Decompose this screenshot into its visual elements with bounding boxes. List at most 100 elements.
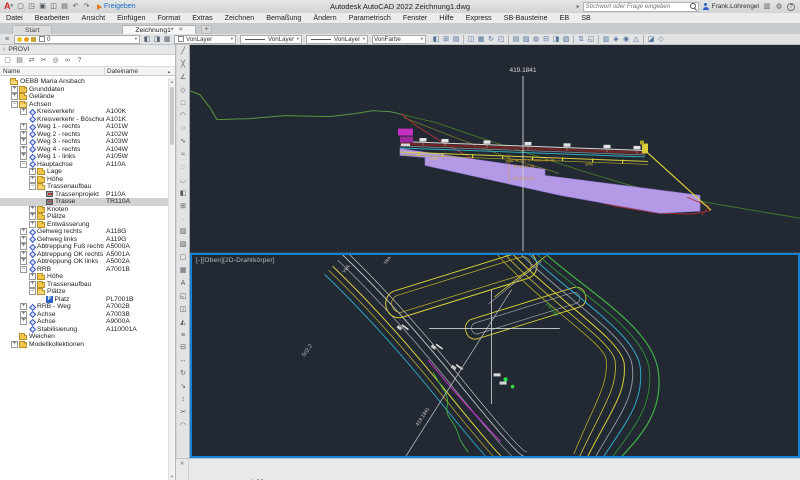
menu--ndern[interactable]: Ändern xyxy=(307,13,342,23)
tree-item[interactable]: Stabilisierung A110001A xyxy=(0,326,168,334)
viewport-plan[interactable]: 419.1841 502.2 VWL TRA 130.185 [-][Oben]… xyxy=(190,253,800,458)
chevron-down-icon[interactable]: ▾ xyxy=(230,36,234,42)
tree-item[interactable]: + Trassenaufbau xyxy=(0,281,168,289)
area-icon[interactable]: ◈ xyxy=(611,35,621,44)
layer-states-icon[interactable]: ▦ xyxy=(162,35,172,44)
sheet-set-manager-icon[interactable]: ⊟ xyxy=(541,35,551,44)
tree-item[interactable]: + Gehweg rechts A118G xyxy=(0,228,168,236)
group-icon[interactable]: ◪ xyxy=(646,35,656,44)
tab-start[interactable]: Start xyxy=(12,25,52,34)
scrollbar-thumb[interactable] xyxy=(170,87,174,145)
tree-item[interactable]: − Hauptachse A110A xyxy=(0,161,168,169)
trim-icon[interactable]: ✂ xyxy=(178,407,189,420)
tree-item[interactable]: − Trassenaufbau xyxy=(0,183,168,191)
tree-item[interactable]: + Knoten xyxy=(0,206,168,214)
tree-item[interactable]: + Achse A9000A xyxy=(0,318,168,326)
plot-icon[interactable]: ▤ xyxy=(59,1,70,12)
tree-expander[interactable]: + xyxy=(20,146,27,153)
tool-palettes-icon[interactable]: ◍ xyxy=(531,35,541,44)
tree-item[interactable]: + Weg 3 - rechts A103W xyxy=(0,138,168,146)
revision-cloud-icon[interactable]: ∿ xyxy=(178,136,189,149)
menu-parametrisch[interactable]: Parametrisch xyxy=(343,13,397,23)
rotate-icon[interactable]: ↻ xyxy=(178,368,189,381)
viewport-profile[interactable]: 10% 10% 10% 419.1841 2.08 391.5 P400S 48… xyxy=(190,45,800,253)
tree-expander[interactable]: + xyxy=(11,86,18,93)
tree-item[interactable]: + Achse A7003B xyxy=(0,311,168,319)
menu-hilfe[interactable]: Hilfe xyxy=(433,13,459,23)
tree-item[interactable]: + Weg 1 - rechts A101W xyxy=(0,123,168,131)
tree-item[interactable]: + Entwässerung xyxy=(0,221,168,229)
undo-icon[interactable]: ↶ xyxy=(70,1,81,12)
menu-express[interactable]: Express xyxy=(460,13,498,23)
tree-expander[interactable]: + xyxy=(20,318,27,325)
match-properties-icon[interactable]: ◧ xyxy=(431,35,441,44)
tree-item[interactable]: + Weg 4 - rechts A104W xyxy=(0,146,168,154)
tree-item[interactable]: − Achsen xyxy=(0,101,168,109)
tree-item[interactable]: + Höhe xyxy=(0,176,168,184)
search-icon[interactable] xyxy=(689,2,698,11)
tree-expander[interactable]: + xyxy=(20,138,27,145)
tab-drawing[interactable]: Zeichnung1*✕ xyxy=(122,25,196,34)
share-button[interactable]: Freigeben xyxy=(97,3,136,10)
tree-item[interactable]: P Platz PL7001B xyxy=(0,296,168,304)
menu-bema-ung[interactable]: Bemaßung xyxy=(260,13,307,23)
mirror-icon[interactable]: ◭ xyxy=(178,317,189,330)
move-icon[interactable]: ↔ xyxy=(178,355,189,368)
tree-expander[interactable]: − xyxy=(29,183,36,190)
tree-item[interactable]: + Plätze xyxy=(0,213,168,221)
array-icon[interactable]: ⊟ xyxy=(178,342,189,355)
menu-datei[interactable]: Datei xyxy=(0,13,29,23)
command-history[interactable]: Externe Modelle... Lageplan wird gezeich… xyxy=(189,459,800,480)
command-line[interactable]: ✕ Externe Modelle... Lageplan wird gezei… xyxy=(176,458,800,480)
plotstyle-combo[interactable]: VonFarbe ▾ xyxy=(372,35,426,44)
tree-item[interactable]: + Abtreppung Fuß rechts A5000A xyxy=(0,243,168,251)
refresh-icon[interactable]: ⇄ xyxy=(26,56,37,65)
polyline-icon[interactable]: ∠ xyxy=(178,72,189,85)
menu-extras[interactable]: Extras xyxy=(186,13,218,23)
column-dateiname[interactable]: Dateiname▲ xyxy=(105,67,175,75)
insert-block-icon[interactable]: ◧ xyxy=(178,188,189,201)
new-entry-icon[interactable]: ▢ xyxy=(2,56,13,65)
scale-icon[interactable]: ↘ xyxy=(178,381,189,394)
circle-icon[interactable]: ○ xyxy=(178,123,189,136)
autodesk-account-icon[interactable]: ◍ xyxy=(774,2,784,11)
tree-expander[interactable]: + xyxy=(20,123,27,130)
tree-item[interactable]: + Kreisverkehr A100K xyxy=(0,108,168,116)
menu-fenster[interactable]: Fenster xyxy=(397,13,433,23)
layer-previous-icon[interactable]: ◨ xyxy=(152,35,162,44)
quick-calc-icon[interactable]: ▧ xyxy=(561,35,571,44)
tree-item[interactable]: + Gehweg links A119G xyxy=(0,236,168,244)
menu-format[interactable]: Format xyxy=(152,13,187,23)
gradient-icon[interactable]: ▧ xyxy=(178,239,189,252)
tree-item[interactable]: Trasse TR110A xyxy=(0,198,168,206)
expand-search-icon[interactable]: ▸ xyxy=(577,3,580,10)
ucs-icon[interactable]: ⇅ xyxy=(576,35,586,44)
zoom-window-icon[interactable]: ↻ xyxy=(486,35,496,44)
tree-item[interactable]: + Höhe xyxy=(0,273,168,281)
markup-icon[interactable]: ◨ xyxy=(551,35,561,44)
tree-item[interactable]: + Gelände xyxy=(0,93,168,101)
block-editor-icon[interactable]: ⊞ xyxy=(441,35,451,44)
zoom-previous-icon[interactable]: ◰ xyxy=(496,35,506,44)
id-point-icon[interactable]: △ xyxy=(631,35,641,44)
tree-item[interactable]: OEBB Maria Ansbach xyxy=(0,78,168,86)
region-icon[interactable]: ▢ xyxy=(178,252,189,265)
tree-expander[interactable]: + xyxy=(20,258,27,265)
new-tab-button[interactable]: + xyxy=(201,25,212,34)
design-center-icon[interactable]: ▨ xyxy=(521,35,531,44)
menu-bearbeiten[interactable]: Bearbeiten xyxy=(29,13,76,23)
tree-expander[interactable]: − xyxy=(29,288,36,295)
tree-expander[interactable]: − xyxy=(20,161,27,168)
user-account[interactable]: Frank.Lohrengel xyxy=(702,3,759,11)
tree-expander[interactable]: + xyxy=(20,311,27,318)
tree-expander[interactable]: + xyxy=(29,168,36,175)
search-input[interactable] xyxy=(584,3,689,10)
scroll-up-icon[interactable]: ▲ xyxy=(169,79,175,84)
tree-expander[interactable]: + xyxy=(20,251,27,258)
tree-item[interactable]: Kreisverkehr - Böschung Einbe... A101K xyxy=(0,116,168,124)
lineweight-combo[interactable]: VonLayer ▾ xyxy=(306,35,368,44)
layer-properties-icon[interactable]: ≡ xyxy=(2,35,12,44)
pan-icon[interactable]: ◫ xyxy=(466,35,476,44)
point-icon[interactable]: · xyxy=(178,214,189,227)
properties-icon[interactable]: ▤ xyxy=(14,56,25,65)
